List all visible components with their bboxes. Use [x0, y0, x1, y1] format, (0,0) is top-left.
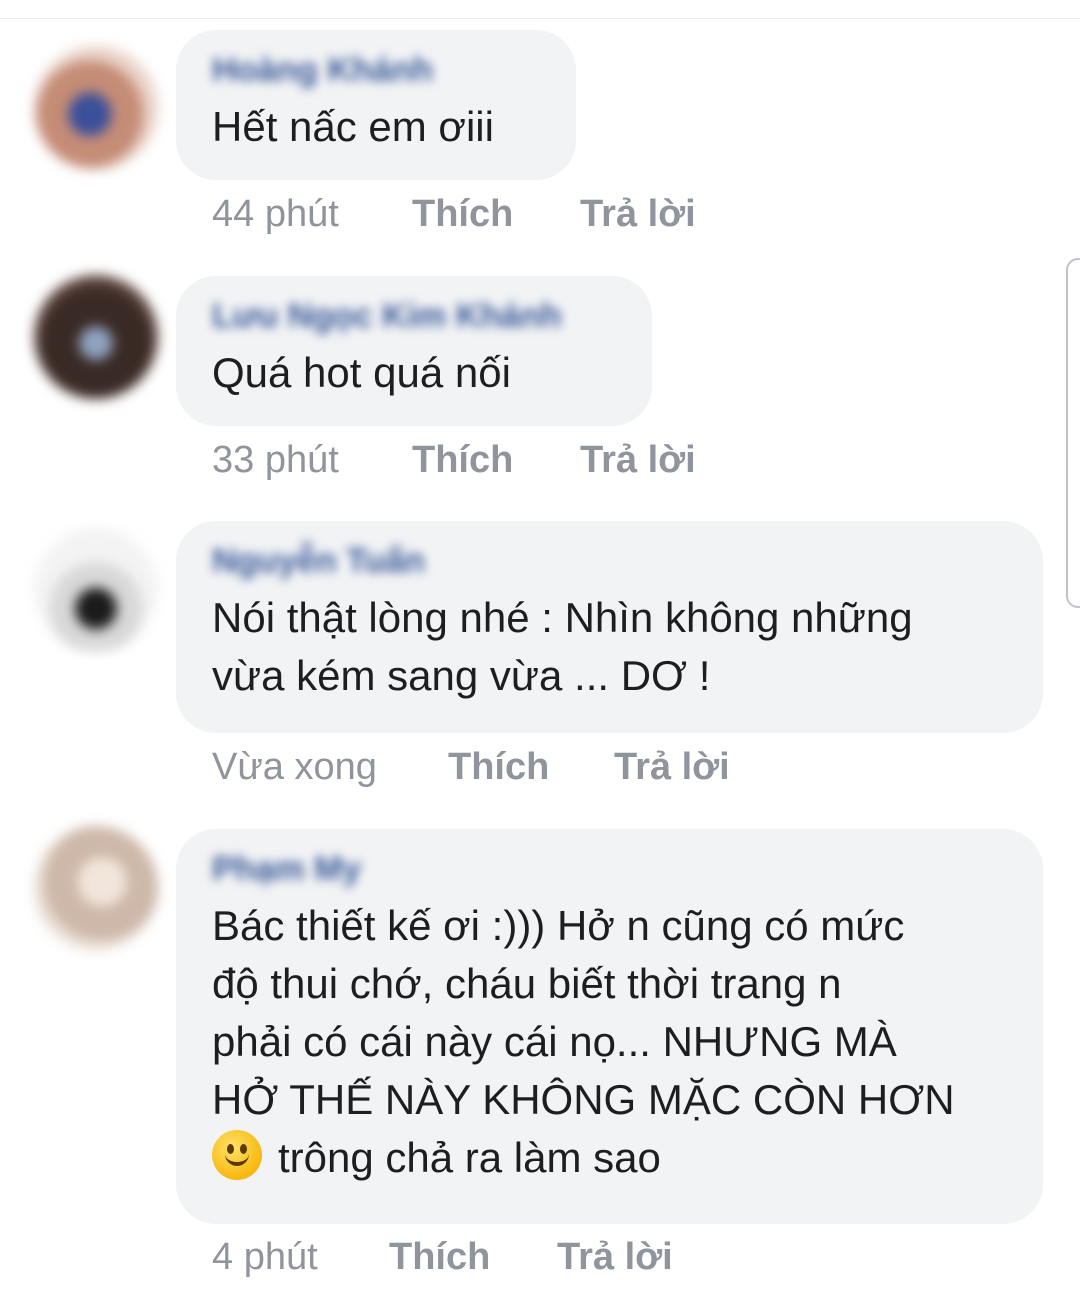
- comment-author[interactable]: Hoàng Khánh: [212, 50, 540, 90]
- avatar[interactable]: [34, 46, 158, 170]
- reply-button[interactable]: Trả lời: [580, 438, 696, 482]
- comment-bubble: Hoàng Khánh Hết nấc em ơiii: [176, 30, 576, 180]
- like-button[interactable]: Thích: [389, 1235, 490, 1279]
- like-button[interactable]: Thích: [412, 438, 513, 482]
- reply-button[interactable]: Trả lời: [557, 1235, 673, 1279]
- like-button[interactable]: Thích: [448, 745, 549, 789]
- comment-meta: 44 phút Thích Trả lời: [212, 192, 696, 236]
- avatar[interactable]: [34, 826, 158, 950]
- comment-meta: Vừa xong Thích Trả lời: [212, 745, 730, 789]
- scrollbar[interactable]: [1066, 258, 1080, 608]
- comment-bubble: Phạm My Bác thiết kế ơi :))) Hở n cũng c…: [176, 829, 1043, 1224]
- reply-button[interactable]: Trả lời: [580, 192, 696, 236]
- comment-text-tail: trông chả ra làm sao: [278, 1134, 661, 1181]
- comment-text: Bác thiết kế ơi :))) Hở n cũng có mức độ…: [212, 902, 955, 1123]
- comment-bubble: Nguyễn Tuấn Nói thật lòng nhé : Nhìn khô…: [176, 521, 1043, 733]
- comment-text: Nói thật lòng nhé : Nhìn không những vừa…: [212, 594, 913, 699]
- top-divider: [0, 18, 1080, 19]
- avatar[interactable]: [34, 275, 158, 399]
- comment-time[interactable]: 33 phút: [212, 438, 339, 482]
- comment-author[interactable]: Nguyễn Tuấn: [212, 541, 1007, 581]
- comment-time[interactable]: 44 phút: [212, 192, 339, 236]
- like-button[interactable]: Thích: [412, 192, 513, 236]
- avatar[interactable]: [34, 528, 158, 652]
- comment-meta: 33 phút Thích Trả lời: [212, 438, 696, 482]
- comment-text: Quá hot quá nối: [212, 349, 511, 396]
- smiling-face-emoji-icon: [212, 1130, 262, 1180]
- comment-time[interactable]: 4 phút: [212, 1235, 318, 1279]
- comment-meta: 4 phút Thích Trả lời: [212, 1235, 673, 1279]
- comment-author[interactable]: Lưu Ngọc Kim Khánh: [212, 296, 616, 336]
- comment-text: Hết nấc em ơiii: [212, 103, 494, 150]
- comment-text-last-line: trông chả ra làm sao: [212, 1129, 1007, 1187]
- reply-button[interactable]: Trả lời: [614, 745, 730, 789]
- comment-time[interactable]: Vừa xong: [212, 745, 377, 789]
- comment-author[interactable]: Phạm My: [212, 849, 1007, 889]
- comment-bubble: Lưu Ngọc Kim Khánh Quá hot quá nối: [176, 276, 652, 426]
